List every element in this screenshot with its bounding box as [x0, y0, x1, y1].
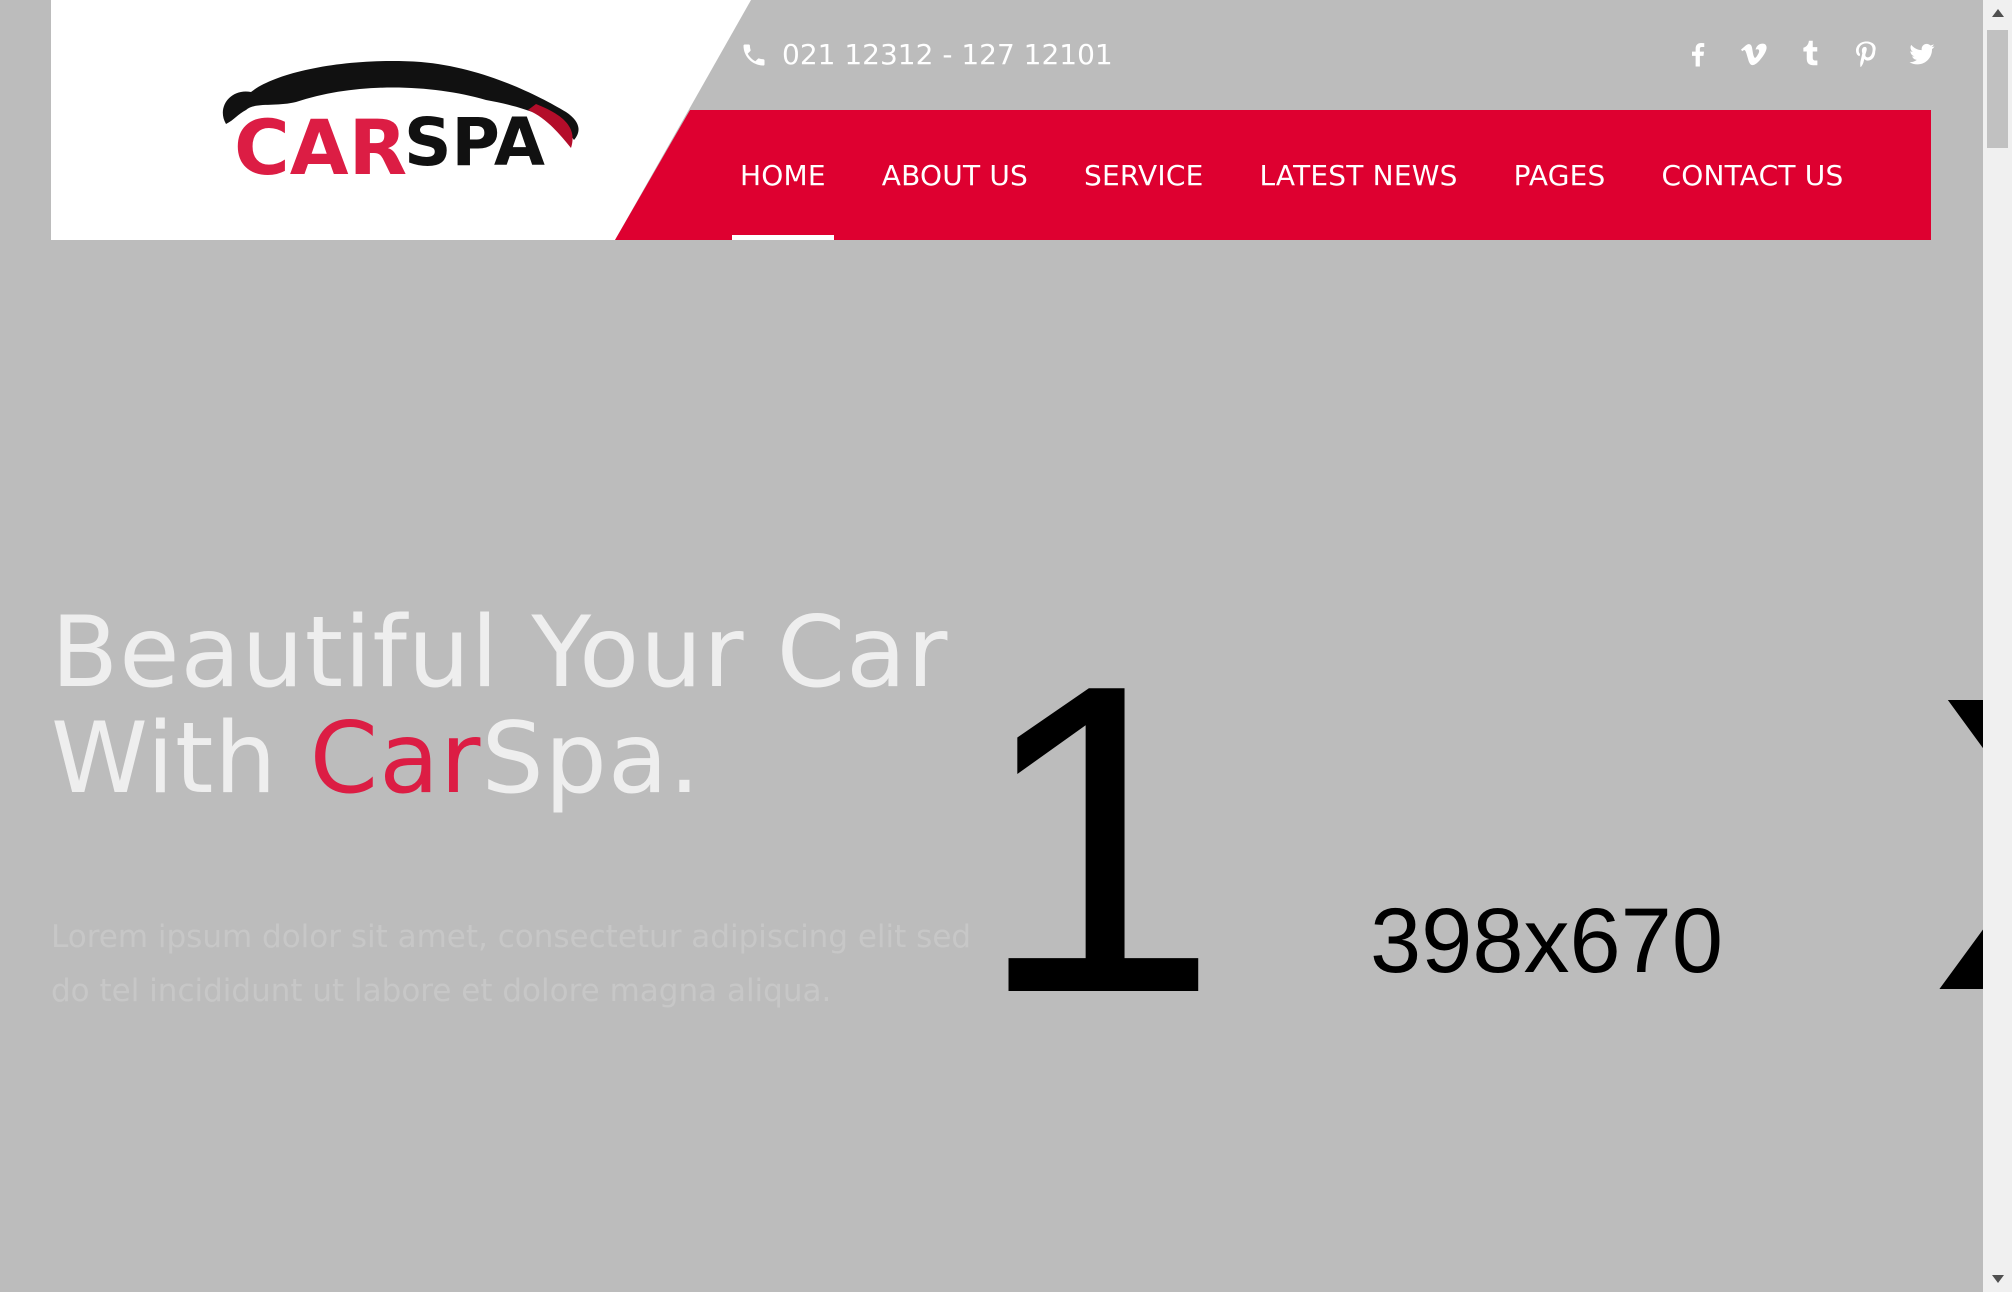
- hero-title-suffix: Spa.: [481, 702, 702, 816]
- scroll-up-arrow-icon[interactable]: [1983, 0, 2012, 26]
- main-nav: HOME ABOUT US SERVICE LATEST NEWS PAGES …: [732, 110, 1899, 240]
- placeholder-size-label: 398x670: [1370, 890, 1723, 992]
- scrollbar[interactable]: [1983, 0, 2012, 1292]
- placeholder-glyph: X: [1930, 635, 1983, 1055]
- hero-description: Lorem ipsum dolor sit amet, consectetur …: [51, 919, 972, 1009]
- phone-number: 021 12312 - 127 12101: [782, 38, 1113, 71]
- nav-item-contact-us[interactable]: CONTACT US: [1662, 159, 1844, 192]
- hero-title-accent: Car: [309, 702, 482, 816]
- twitter-icon[interactable]: [1904, 36, 1940, 72]
- nav-item-latest-news[interactable]: LATEST NEWS: [1259, 159, 1457, 192]
- facebook-icon[interactable]: [1680, 36, 1716, 72]
- svg-text:SPA: SPA: [404, 104, 545, 181]
- hero-title-prefix: With: [51, 702, 310, 816]
- nav-item-pages[interactable]: PAGES: [1514, 159, 1606, 192]
- svg-text:CAR: CAR: [234, 103, 407, 182]
- phone-contact[interactable]: 021 12312 - 127 12101: [740, 38, 1113, 71]
- tumblr-icon[interactable]: [1792, 36, 1828, 72]
- hero-title: Beautiful Your Car With CarSpa.: [51, 600, 948, 812]
- scroll-thumb[interactable]: [1987, 30, 2008, 148]
- hero-title-line1: Beautiful Your Car: [51, 596, 949, 710]
- nav-item-service[interactable]: SERVICE: [1084, 159, 1203, 192]
- nav-item-about-us[interactable]: ABOUT US: [882, 159, 1028, 192]
- nav-item-home[interactable]: HOME: [732, 159, 834, 240]
- placeholder-number: 1: [975, 594, 1220, 1085]
- page: CAR SPA 021 12312 - 127 12101 HOME ABOUT…: [0, 0, 1983, 1292]
- vimeo-icon[interactable]: [1736, 36, 1772, 72]
- pinterest-icon[interactable]: [1848, 36, 1884, 72]
- social-links: [1680, 36, 1960, 72]
- phone-icon: [743, 44, 765, 65]
- scroll-down-arrow-icon[interactable]: [1983, 1266, 2012, 1292]
- carspa-logo[interactable]: CAR SPA: [206, 52, 596, 182]
